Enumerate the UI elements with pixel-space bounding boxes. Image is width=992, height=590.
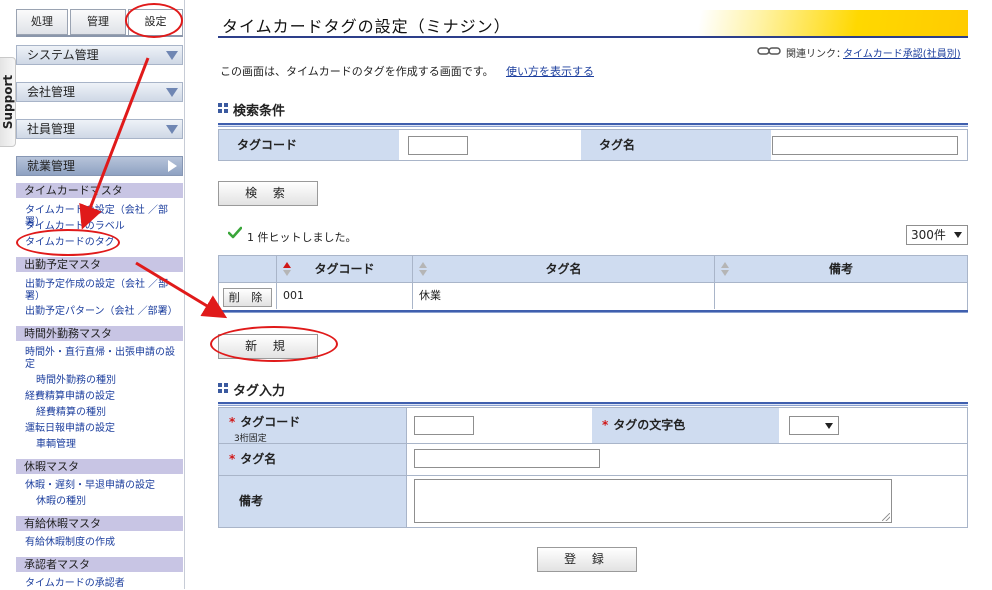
annotation-circle-tag-link <box>16 229 120 256</box>
header-remarks[interactable]: 備考 <box>714 256 967 282</box>
sidebar-link-driving-report[interactable]: 運転日報申請の設定 <box>25 423 181 435</box>
name-label-cell: * タグ名 <box>219 444 406 475</box>
header-tag-name[interactable]: タグ名 <box>412 256 714 282</box>
sidebar-section-leave: 休暇マスタ <box>16 459 183 474</box>
row-action-cell: 削 除 <box>219 283 276 309</box>
row-remarks <box>714 283 967 309</box>
tag-name-label-text: タグ名 <box>240 452 277 466</box>
sidebar-link-paid-leave[interactable]: 有給休暇制度の作成 <box>25 537 181 549</box>
sidebar-link-overtime-types[interactable]: 時間外勤務の種別 <box>36 375 192 387</box>
tag-color-select[interactable] <box>789 416 839 435</box>
section-grid-icon <box>218 383 228 393</box>
chevron-down-icon <box>166 88 178 97</box>
sort-icon <box>283 262 291 276</box>
resize-grip-icon[interactable] <box>882 513 890 521</box>
sidebar-link-expense-settings[interactable]: 経費精算申請の設定 <box>25 391 181 403</box>
sidebar-link-expense-types[interactable]: 経費精算の種別 <box>36 407 192 419</box>
tag-name-input[interactable] <box>414 449 600 468</box>
sidebar-section-paid-leave: 有給休暇マスタ <box>16 516 183 531</box>
header-tag-code[interactable]: タグコード <box>276 256 412 282</box>
sidebar-section-schedule: 出勤予定マスタ <box>16 257 183 272</box>
sidebar-menu-label: 会社管理 <box>27 85 76 99</box>
search-section-title: 検索条件 <box>233 104 286 119</box>
search-button[interactable]: 検 索 <box>218 181 318 206</box>
sidebar-section-timecard: タイムカードマスタ <box>16 183 183 198</box>
section-grid-icon <box>218 103 228 113</box>
show-usage-link[interactable]: 使い方を表示する <box>506 63 594 79</box>
tab-management[interactable]: 管理 <box>70 9 126 35</box>
per-page-select[interactable]: 300件 <box>906 225 968 245</box>
sidebar-menu-attendance[interactable]: 就業管理 <box>16 156 183 176</box>
chevron-down-icon <box>166 125 178 134</box>
sidebar-menu-label: 就業管理 <box>27 159 76 173</box>
sidebar-menu-label: システム管理 <box>27 48 99 62</box>
annotation-circle-settings-tab <box>125 3 183 38</box>
remarks-textarea[interactable] <box>414 479 892 523</box>
sidebar-link-schedule-pattern[interactable]: 出勤予定パターン（会社 ／部署） <box>25 306 181 318</box>
tag-name-label: タグ名 <box>581 130 771 160</box>
chevron-down-icon <box>954 232 962 238</box>
sidebar-section-overtime: 時間外勤務マスタ <box>16 326 183 341</box>
sidebar-menu-label: 社員管理 <box>27 122 76 136</box>
remarks-label-cell: 備考 <box>219 476 406 527</box>
hit-count-text: 1 件ヒットしました。 <box>247 231 357 244</box>
required-mark: * <box>229 452 236 466</box>
related-link-timecard-approval[interactable]: タイムカード承認(社員別) <box>843 45 961 60</box>
chain-link-icon <box>757 47 781 55</box>
page-description: この画面は、タイムカードのタグを作成する画面です。 <box>220 65 494 78</box>
section-rule <box>218 402 968 406</box>
support-label: Support <box>0 74 15 130</box>
sidebar-menu-employee[interactable]: 社員管理 <box>16 119 183 139</box>
annotation-circle-new-button <box>210 326 338 362</box>
sort-icon <box>721 262 729 276</box>
check-icon <box>228 226 242 239</box>
sidebar-menu-system[interactable]: システム管理 <box>16 45 183 65</box>
page-title: タイムカードタグの設定（ミナジン） <box>222 17 511 36</box>
support-tab[interactable]: Support <box>0 57 16 147</box>
sidebar-menu-company[interactable]: 会社管理 <box>16 82 183 102</box>
column-divider <box>406 408 407 527</box>
sort-icon <box>419 262 427 276</box>
sidebar-link-approver[interactable]: タイムカードの承認者 <box>25 578 181 590</box>
row-tag-name: 休業 <box>412 283 714 309</box>
table-bottom-rule <box>218 310 968 313</box>
sidebar-link-leave-types[interactable]: 休暇の種別 <box>36 496 192 508</box>
related-links-label: 関連リンク： <box>786 49 846 60</box>
register-button[interactable]: 登 録 <box>537 547 637 572</box>
delete-button[interactable]: 削 除 <box>223 288 272 307</box>
tag-code-input[interactable] <box>414 416 474 435</box>
chevron-down-icon <box>825 423 833 429</box>
header-tag-name-label: タグ名 <box>545 262 582 276</box>
tag-input-section-title: タグ入力 <box>233 384 286 399</box>
chevron-down-icon <box>166 51 178 60</box>
header-remarks-label: 備考 <box>828 262 853 276</box>
sidebar-link-leave-request[interactable]: 休暇・遅刻・早退申請の設定 <box>25 480 181 492</box>
result-table-header: タグコード タグ名 備考 <box>219 256 967 282</box>
result-table: タグコード タグ名 備考 削 除 001 休業 <box>218 255 968 311</box>
tag-code-field-label: * タグコード <box>229 413 406 430</box>
tab-processing[interactable]: 処理 <box>16 9 68 35</box>
sidebar-section-approver: 承認者マスタ <box>16 557 183 572</box>
tag-code-label-text: タグコード <box>240 415 301 429</box>
per-page-value: 300件 <box>911 228 946 242</box>
section-rule <box>218 123 968 127</box>
tag-code-label: タグコード <box>219 130 399 160</box>
sidebar-link-vehicle[interactable]: 車輌管理 <box>36 439 192 451</box>
required-mark: * <box>602 418 609 432</box>
color-label-cell: * タグの文字色 <box>592 408 779 443</box>
required-mark: * <box>229 415 236 429</box>
tag-input-form: * タグコード 3桁固定 * タグの文字色 * タグ名 備考 <box>218 407 968 528</box>
table-row: 削 除 001 休業 <box>219 282 967 309</box>
search-tag-code-input[interactable] <box>408 136 468 155</box>
row-tag-code: 001 <box>276 283 412 309</box>
sidebar-link-overtime-request[interactable]: 時間外・直行直帰・出張申請の設定 <box>25 347 181 371</box>
code-label-cell: * タグコード 3桁固定 <box>219 408 406 444</box>
chevron-right-icon <box>168 160 177 172</box>
tag-color-label-text: タグの文字色 <box>613 418 686 432</box>
sidebar-link-schedule-settings[interactable]: 出勤予定作成の設定（会社 ／部署） <box>25 279 181 303</box>
header-tag-code-label: タグコード <box>314 262 375 276</box>
search-table: タグコード タグ名 <box>218 129 968 161</box>
header-action-column <box>219 256 276 282</box>
search-tag-name-input[interactable] <box>772 136 958 155</box>
